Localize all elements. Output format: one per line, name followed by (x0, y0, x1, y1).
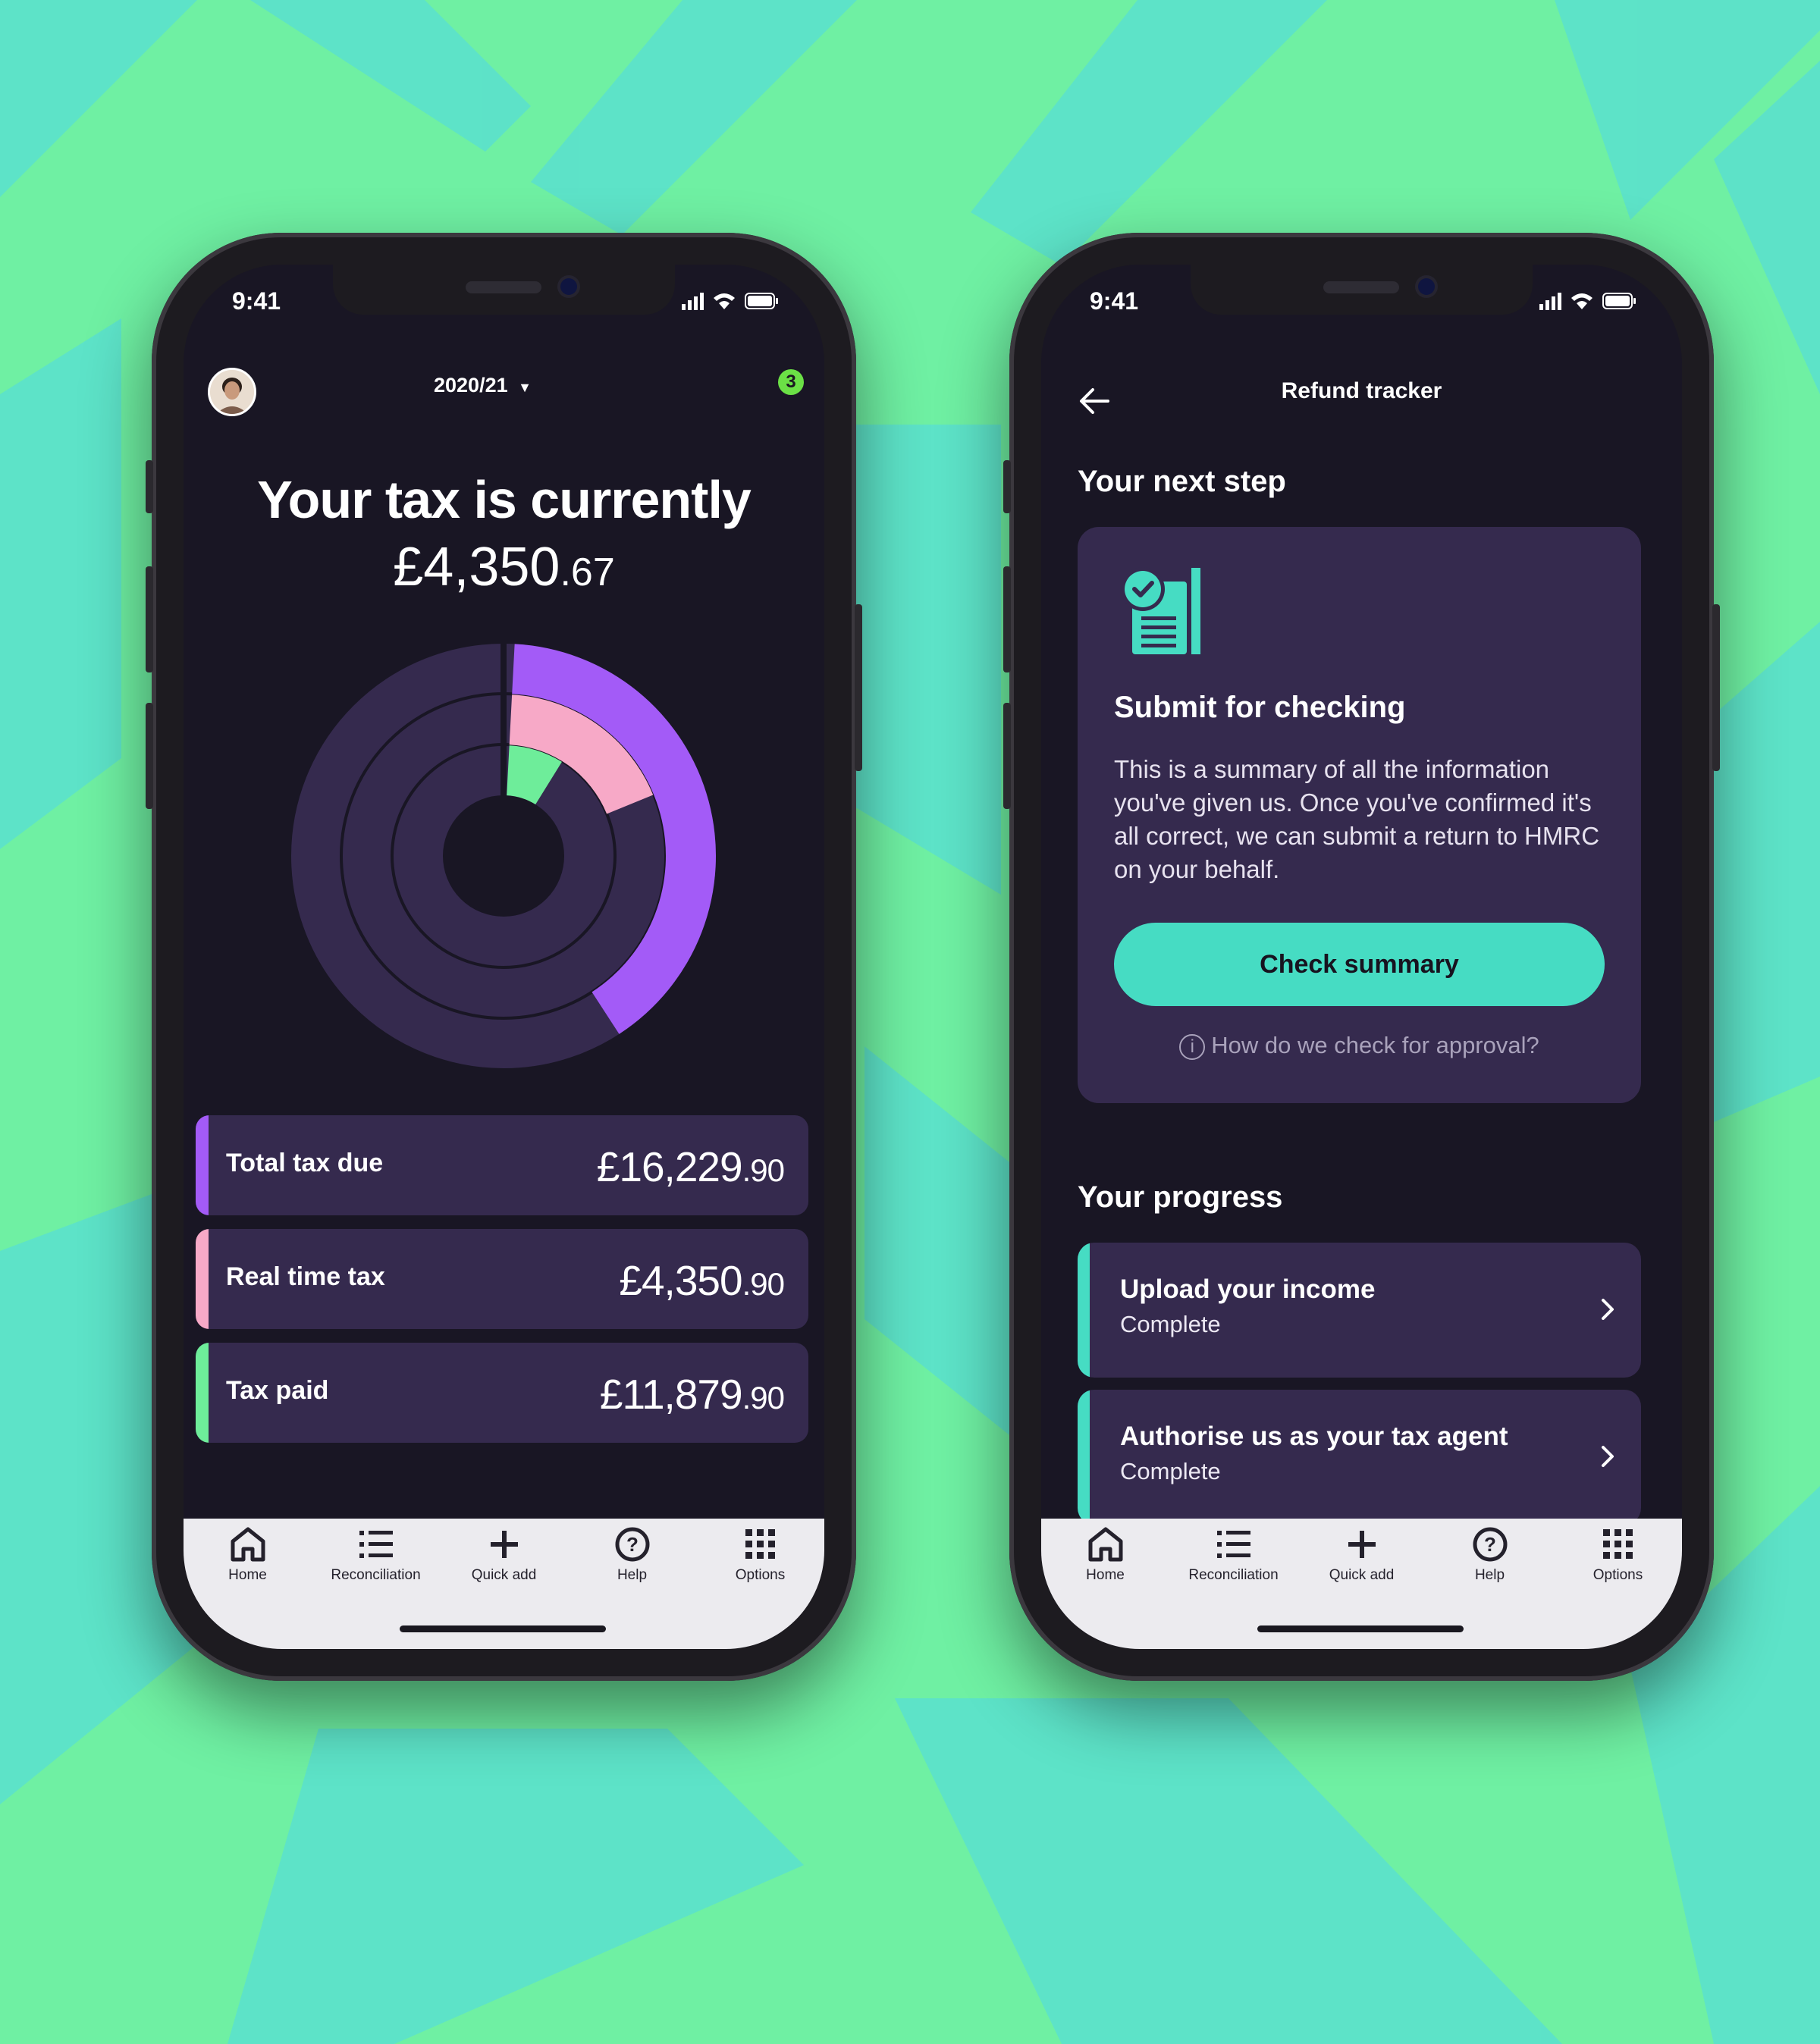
section-title-next-step: Your next step (1078, 465, 1286, 498)
next-step-body: This is a summary of all the information… (1114, 755, 1600, 883)
check-summary-button[interactable]: Check summary (1114, 923, 1605, 1006)
card-accent-bar (196, 1115, 209, 1215)
summary-card-real-time-tax[interactable]: Real time tax £4,350.90 (196, 1229, 808, 1329)
progress-item-title: Authorise us as your tax agent (1120, 1422, 1508, 1451)
svg-text:?: ? (1484, 1533, 1496, 1556)
phone-right: 9:41 Refund tracker Your next step Submi… (1003, 233, 1720, 1681)
tab-reconciliation[interactable]: Reconciliation (1169, 1526, 1298, 1594)
tab-help[interactable]: ? Help (568, 1526, 696, 1594)
next-step-card: Submit for checking This is a summary of… (1078, 527, 1641, 1103)
status-icons (682, 293, 778, 310)
tab-options[interactable]: Options (1554, 1526, 1682, 1594)
avatar[interactable] (208, 368, 256, 416)
screen-tax-home: 9:41 2020/21 ▼ 3 Your tax is currently £… (184, 265, 824, 1649)
grid-icon (745, 1529, 775, 1559)
home-indicator (1257, 1625, 1464, 1632)
status-icons (1539, 293, 1636, 310)
progress-accent-bar (1078, 1243, 1090, 1378)
summary-card-tax-paid[interactable]: Tax paid £11,879.90 (196, 1343, 808, 1443)
page-title: Refund tracker (1281, 378, 1442, 403)
card-amount: £11,879.90 (599, 1371, 785, 1418)
tax-amount-pence: .67 (560, 550, 615, 594)
home-icon (231, 1527, 265, 1562)
tab-bar: Home Reconciliation Quick add ? Help Opt… (1041, 1519, 1682, 1649)
chevron-right-icon (1602, 1299, 1614, 1320)
help-icon: ? (615, 1527, 649, 1562)
chevron-right-icon (1602, 1446, 1614, 1467)
tax-year-label: 2020/21 (434, 374, 508, 397)
tab-options[interactable]: Options (696, 1526, 824, 1594)
card-label: Real time tax (226, 1262, 385, 1291)
chevron-down-icon: ▼ (518, 380, 532, 395)
tab-quick-add[interactable]: Quick add (440, 1526, 568, 1594)
plus-icon (1348, 1531, 1376, 1558)
progress-item-authorise-agent[interactable]: Authorise us as your tax agent Complete (1078, 1390, 1641, 1525)
card-accent-bar (196, 1229, 209, 1329)
tax-amount-main: £4,350 (393, 537, 560, 597)
home-indicator (400, 1625, 606, 1632)
approval-help-link[interactable]: i How do we check for approval? (1078, 1032, 1641, 1060)
tab-quick-add[interactable]: Quick add (1298, 1526, 1426, 1594)
tax-year-selector[interactable]: 2020/21 ▼ (434, 374, 532, 397)
card-label: Tax paid (226, 1376, 329, 1405)
progress-item-title: Upload your income (1120, 1274, 1376, 1304)
card-amount: £4,350.90 (619, 1257, 785, 1304)
progress-item-status: Complete (1120, 1311, 1221, 1337)
grid-icon (1602, 1529, 1633, 1559)
status-time: 9:41 (1090, 287, 1139, 315)
card-label: Total tax due (226, 1149, 384, 1177)
screen-refund-tracker: 9:41 Refund tracker Your next step Submi… (1041, 265, 1682, 1649)
next-step-heading: Submit for checking (1114, 691, 1406, 724)
help-icon: ? (1473, 1527, 1507, 1562)
tab-reconciliation[interactable]: Reconciliation (312, 1526, 440, 1594)
phone-left: 9:41 2020/21 ▼ 3 Your tax is currently £… (146, 233, 862, 1681)
notch (333, 265, 675, 315)
plus-icon (490, 1531, 518, 1558)
tax-radial-chart (291, 644, 716, 1068)
progress-item-status: Complete (1120, 1458, 1221, 1484)
list-icon (1216, 1531, 1250, 1558)
tax-headline: Your tax is currently (257, 470, 752, 529)
notification-badge[interactable]: 3 (778, 369, 804, 395)
card-accent-bar (196, 1343, 209, 1443)
progress-accent-bar (1078, 1390, 1090, 1525)
card-amount: £16,229.90 (596, 1143, 785, 1190)
tab-home[interactable]: Home (1041, 1526, 1169, 1594)
tab-help[interactable]: ? Help (1426, 1526, 1554, 1594)
tax-amount: £4,350.67 (184, 536, 824, 598)
tab-home[interactable]: Home (184, 1526, 312, 1594)
home-icon (1088, 1527, 1122, 1562)
progress-item-upload-income[interactable]: Upload your income Complete (1078, 1243, 1641, 1378)
list-icon (359, 1531, 393, 1558)
svg-text:?: ? (626, 1533, 639, 1556)
tab-bar: Home Reconciliation Quick add ? Help Opt… (184, 1519, 824, 1649)
status-time: 9:41 (232, 287, 281, 315)
document-check-icon (1121, 567, 1200, 654)
notch (1191, 265, 1533, 315)
section-title-progress: Your progress (1078, 1180, 1283, 1214)
summary-card-total-tax-due[interactable]: Total tax due £16,229.90 (196, 1115, 808, 1215)
info-icon: i (1179, 1033, 1206, 1060)
